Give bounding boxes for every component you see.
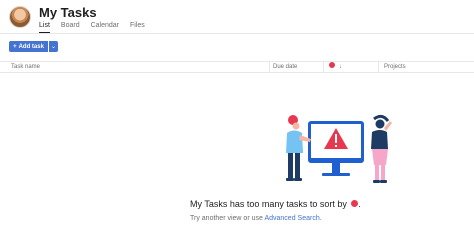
chevron-down-icon[interactable]: ⌄ xyxy=(82,6,90,20)
tab-list[interactable]: List xyxy=(39,21,50,33)
arrow-down-icon: ↓ xyxy=(339,64,342,70)
column-divider xyxy=(378,62,379,72)
tab-calendar[interactable]: Calendar xyxy=(91,21,119,33)
view-tabs: List Board Calendar Files xyxy=(39,21,145,33)
table-header-top-border xyxy=(0,61,474,62)
warning-illustration xyxy=(286,114,392,183)
column-divider xyxy=(269,62,270,72)
add-task-menu-button[interactable]: ⌄ xyxy=(49,41,58,52)
header-divider xyxy=(0,33,474,34)
plus-icon: + xyxy=(13,43,17,50)
column-header-due-date[interactable]: Due date xyxy=(273,63,297,72)
empty-state-subtitle-text: Try another view or use xyxy=(190,215,263,222)
avatar[interactable] xyxy=(9,6,31,28)
add-task-button[interactable]: + Add task xyxy=(9,41,48,52)
tab-board[interactable]: Board xyxy=(61,21,80,33)
empty-state-subtitle-end: . xyxy=(319,215,322,222)
column-divider xyxy=(323,62,324,72)
advanced-search-link[interactable]: Advanced Search xyxy=(264,215,319,222)
table-header-bottom-border xyxy=(0,72,474,73)
column-header-sort[interactable]: ↓ xyxy=(329,62,342,72)
column-header-task-name[interactable]: Task name xyxy=(11,63,40,72)
person-icon xyxy=(375,119,385,129)
empty-state-title-text: My Tasks has too many tasks to sort by xyxy=(190,199,347,209)
chevron-down-icon: ⌄ xyxy=(50,44,57,50)
sort-field-icon xyxy=(329,62,335,69)
empty-state-title: My Tasks has too many tasks to sort by . xyxy=(0,198,474,210)
tab-files[interactable]: Files xyxy=(130,21,145,33)
empty-state-subtitle: Try another view or use Advanced Search. xyxy=(0,214,474,223)
empty-state-title-end: . xyxy=(358,199,361,209)
add-task-label: Add task xyxy=(18,43,44,50)
column-header-projects[interactable]: Projects xyxy=(384,63,406,72)
